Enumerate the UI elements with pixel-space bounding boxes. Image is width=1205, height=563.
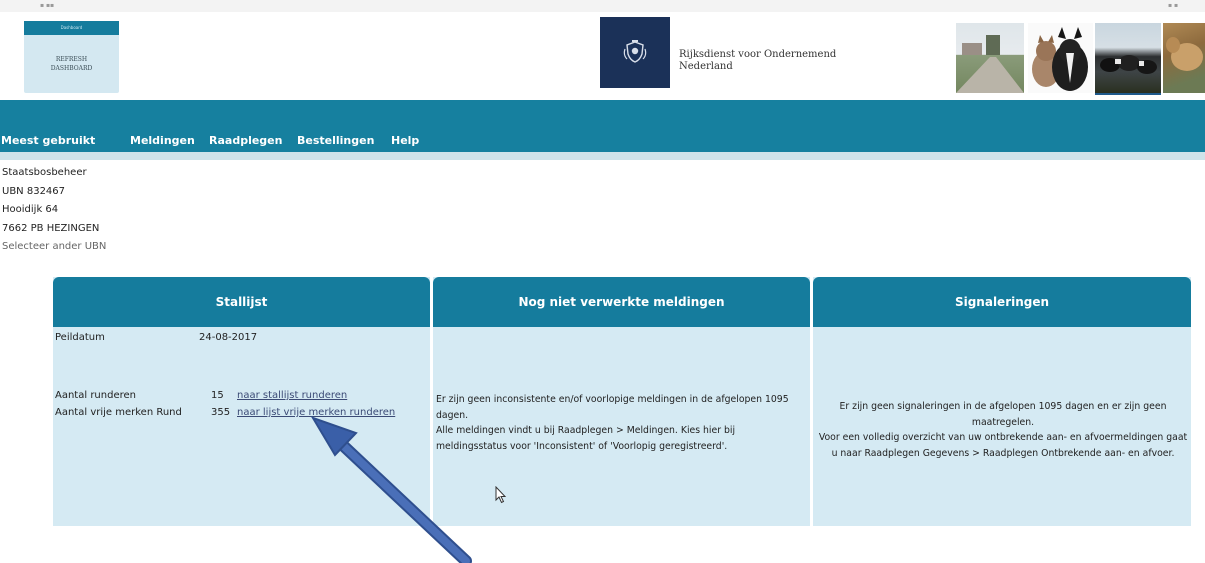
signaleringen-message: Er zijn geen signaleringen in de afgelop… <box>818 401 1188 459</box>
page-header: Dashboard REFRESH DASHBOARD Rijksdienst … <box>0 12 1205 100</box>
refresh-dashboard-top: Dashboard <box>24 21 119 35</box>
select-other-ubn-link[interactable]: Selecteer ander UBN <box>2 238 106 257</box>
address-block: Staatsbosbeheer UBN 832467 Hooidijk 64 7… <box>2 164 106 257</box>
meldingen-message: Er zijn geen inconsistente en/of voorlop… <box>436 394 789 452</box>
ubn-number: UBN 832467 <box>2 185 66 197</box>
stallijst-title: Stallijst <box>53 277 430 327</box>
main-navigation: Meest gebruikt Meldingen Raadplegen Best… <box>0 100 1205 152</box>
holder-name: Staatsbosbeheer <box>2 167 87 178</box>
nav-meldingen[interactable]: Meldingen <box>130 134 195 147</box>
photo-farm-road <box>956 23 1024 93</box>
nav-meest-gebruikt[interactable]: Meest gebruikt <box>1 134 95 147</box>
stallijst-panel: Stallijst Peildatum 24-08-2017 Aantal ru… <box>53 277 430 526</box>
signaleringen-panel: Signaleringen Er zijn geen signaleringen… <box>813 277 1191 526</box>
signaleringen-title: Signaleringen <box>813 277 1191 327</box>
vrije-merken-label: Aantal vrije merken Rund <box>55 407 182 418</box>
refresh-label-line1: REFRESH <box>55 56 88 63</box>
peildatum-value: 24-08-2017 <box>199 332 258 343</box>
nav-raadplegen[interactable]: Raadplegen <box>209 134 282 147</box>
meldingen-panel: Nog niet verwerkte meldingen Er zijn gee… <box>433 277 810 526</box>
coat-of-arms-icon <box>600 17 670 88</box>
vrije-merken-link[interactable]: naar lijst vrije merken runderen <box>237 407 395 418</box>
nav-help[interactable]: Help <box>391 134 419 147</box>
street-address: Hooidijk 64 <box>2 204 59 215</box>
mouse-pointer-icon <box>495 485 507 508</box>
photo-cattle-herd <box>1095 23 1161 95</box>
photo-cow <box>1163 23 1205 93</box>
nav-divider <box>0 152 1205 160</box>
nav-bestellingen[interactable]: Bestellingen <box>297 134 374 147</box>
refresh-dashboard-button[interactable]: Dashboard REFRESH DASHBOARD <box>24 21 119 93</box>
refresh-dashboard-label: REFRESH DASHBOARD <box>24 55 119 73</box>
top-strip-mark: ▪ ▪ <box>1168 2 1179 9</box>
refresh-label-line2: DASHBOARD <box>50 65 93 72</box>
postal-city: 7662 PB HEZINGEN <box>2 222 100 234</box>
peildatum-label: Peildatum <box>55 332 105 343</box>
photo-cat-and-dog <box>1028 23 1093 93</box>
top-strip-mark: ▪ ▪▪ <box>40 2 55 9</box>
runderen-label: Aantal runderen <box>55 390 136 401</box>
organization-name: Rijksdienst voor Ondernemend Nederland <box>679 49 837 72</box>
stallijst-runderen-link[interactable]: naar stallijst runderen <box>237 390 347 401</box>
runderen-count: 15 <box>211 390 224 401</box>
meldingen-title: Nog niet verwerkte meldingen <box>433 277 810 327</box>
vrije-merken-count: 355 <box>211 407 231 418</box>
